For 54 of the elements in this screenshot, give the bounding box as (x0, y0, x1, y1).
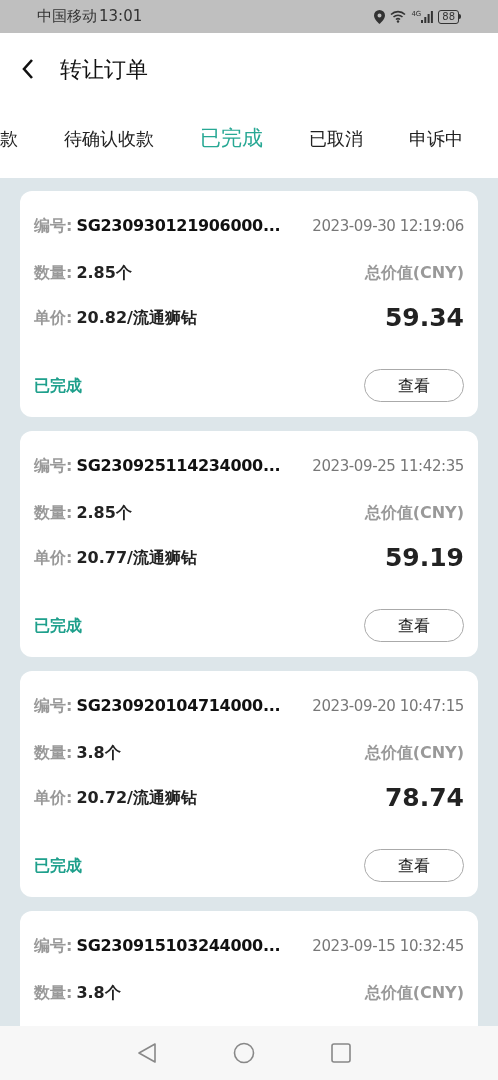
tab[interactable]: 款 (0, 125, 18, 152)
total-label: 总价值(CNY) (364, 262, 464, 284)
order-number: SG230915103244000... (76, 935, 281, 957)
unit-price: 20.77/流通狮钻 (76, 547, 197, 569)
order-time: 2023-09-15 10:32:45 (312, 935, 464, 957)
field-label: 编号: (34, 695, 73, 717)
tab[interactable]: 已取消 (309, 125, 363, 152)
order-number: SG230925114234000... (76, 455, 281, 477)
order-number: SG230920104714000... (76, 695, 281, 717)
order-time: 2023-09-25 11:42:35 (312, 455, 464, 477)
signal-icon (421, 10, 434, 23)
order-number: SG230930121906000... (76, 215, 281, 237)
order-time: 2023-09-20 10:47:15 (312, 695, 464, 717)
unit-price: 20.82/流通狮钻 (76, 307, 197, 329)
battery-level: 88 (438, 9, 459, 24)
order-status: 已完成 (34, 614, 82, 637)
field-label: 数量: (34, 262, 73, 284)
total-value: 59.34 (384, 302, 464, 335)
order-time: 2023-09-30 12:19:06 (312, 215, 464, 237)
total-label: 总价值(CNY) (364, 742, 464, 764)
wifi-icon (390, 10, 407, 23)
clock-time: 13:01 (99, 6, 143, 28)
location-icon (374, 9, 386, 24)
page-title: 转让订单 (60, 55, 148, 84)
view-button[interactable]: 查看 (364, 849, 464, 882)
quantity-value: 2.85个 (76, 262, 132, 284)
order-status: 已完成 (34, 374, 82, 397)
field-label: 单价: (34, 547, 73, 569)
total-value: 59.19 (384, 542, 464, 575)
field-label: 单价: (34, 307, 73, 329)
total-value: 78.74 (384, 782, 464, 815)
field-label: 编号: (34, 215, 73, 237)
field-label: 单价: (34, 787, 73, 809)
order-status: 已完成 (34, 854, 82, 877)
field-label: 数量: (34, 502, 73, 524)
quantity-value: 2.85个 (76, 502, 132, 524)
total-label: 总价值(CNY) (364, 502, 464, 524)
field-label: 编号: (34, 455, 73, 477)
field-label: 数量: (34, 982, 73, 1004)
total-label: 总价值(CNY) (364, 982, 464, 1004)
quantity-value: 3.8个 (76, 742, 121, 764)
recents-icon[interactable] (331, 1043, 351, 1063)
tab[interactable]: 待确认收款 (64, 125, 154, 152)
view-button[interactable]: 查看 (364, 609, 464, 642)
tab[interactable]: 申诉中 (409, 125, 463, 152)
field-label: 编号: (34, 935, 73, 957)
unit-price: 20.72/流通狮钻 (76, 787, 197, 809)
back-icon[interactable] (20, 57, 36, 81)
field-label: 数量: (34, 742, 73, 764)
carrier-name: 中国移动 (37, 6, 97, 28)
view-button[interactable]: 查看 (364, 369, 464, 402)
quantity-value: 3.8个 (76, 982, 121, 1004)
home-icon[interactable] (233, 1042, 255, 1064)
nav-back-icon[interactable] (137, 1042, 157, 1064)
